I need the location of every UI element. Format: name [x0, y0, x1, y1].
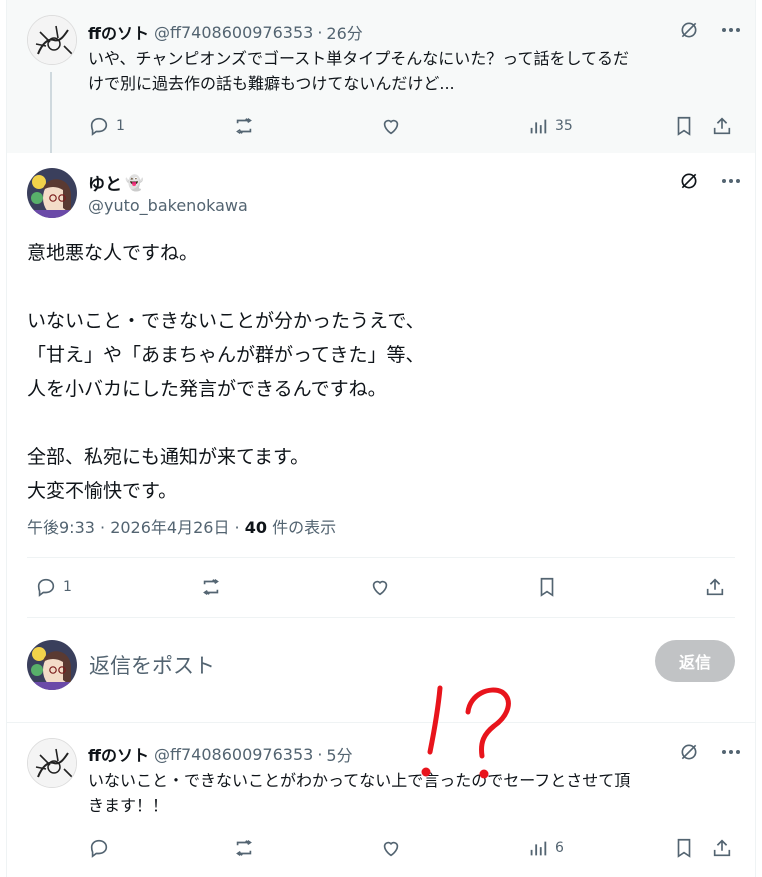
author-row: ffのソト @ff7408600976353 · 5分	[88, 742, 353, 766]
analytics-icon	[530, 841, 547, 856]
author-name[interactable]: ffのソト	[88, 742, 149, 766]
post-text-line: きます！！	[88, 796, 169, 815]
heart-icon	[372, 580, 388, 596]
more-icon[interactable]	[720, 741, 742, 763]
divider	[27, 557, 735, 558]
share-button[interactable]	[711, 837, 733, 859]
repost-button[interactable]	[200, 576, 222, 598]
grok-icon[interactable]	[678, 170, 700, 192]
grok-icon[interactable]	[678, 741, 700, 763]
more-icon[interactable]	[720, 19, 742, 41]
reply-count: 1	[116, 118, 125, 134]
grok-icon[interactable]	[678, 19, 700, 41]
reply-icon	[90, 117, 108, 136]
share-button[interactable]	[704, 576, 726, 598]
bookmark-button[interactable]	[536, 576, 558, 598]
reply-icon	[90, 839, 108, 858]
post-text-line: 意地悪な人ですね。	[27, 242, 199, 264]
post-text-line: けで別に過去作の話も難癖もつけてないんだけど...	[88, 74, 455, 93]
timeline-column: ffのソト @ff7408600976353 · 26分 いや、チャンピオンズで…	[6, 0, 756, 877]
post-text-line: いや、チャンピオンズでゴースト単タイプそんなにいた？って話をしてるだ	[88, 49, 629, 68]
divider	[27, 617, 735, 618]
analytics-icon	[530, 119, 547, 134]
view-label: 件の表示	[266, 518, 337, 537]
author-handle[interactable]: @yuto_bakenokawa	[88, 196, 248, 215]
like-button[interactable]	[380, 115, 402, 137]
post-controls	[678, 741, 742, 763]
share-button[interactable]	[711, 115, 733, 137]
repost-button[interactable]	[233, 837, 255, 859]
post-text-line: 「甘え」や「あまちゃんが群がってきた」等、	[27, 344, 425, 366]
post-text-line: 大変不愉快です。	[27, 480, 178, 502]
repost-icon	[236, 117, 252, 135]
view-count: 35	[555, 118, 573, 134]
share-icon	[713, 839, 731, 857]
author-row: ゆと 👻	[88, 170, 144, 196]
avatar[interactable]	[27, 15, 77, 65]
post-text: いないこと・できないことがわかってない上で言ったのでセーフとさせて頂 きます！！	[88, 768, 738, 818]
reply-count: 1	[63, 579, 72, 595]
heart-icon	[383, 841, 399, 857]
bookmark-button[interactable]	[673, 115, 695, 137]
views-button[interactable]: 35	[527, 115, 573, 137]
reply-icon	[37, 578, 55, 597]
author-row: ffのソト @ff7408600976353 · 26分	[88, 20, 363, 44]
bookmark-icon	[540, 577, 554, 597]
reply-post-top[interactable]: ffのソト @ff7408600976353 · 26分 いや、チャンピオンズで…	[7, 0, 755, 153]
avatar[interactable]	[27, 738, 77, 788]
ghost-icon: 👻	[125, 173, 144, 192]
reply-input[interactable]: 返信をポスト	[89, 650, 215, 680]
share-icon	[713, 117, 731, 135]
like-button[interactable]	[380, 837, 402, 859]
more-icon[interactable]	[720, 170, 742, 192]
post-meta: 午後9:33 · 2026年4月26日 · 40 件の表示	[27, 514, 336, 538]
post-text: 意地悪な人ですね。 いないこと・できないことが分かったうえで、 「甘え」や「あま…	[27, 236, 425, 508]
post-time[interactable]: 5分	[326, 742, 352, 766]
avatar[interactable]	[27, 640, 77, 690]
share-icon	[706, 578, 724, 596]
views-button[interactable]: 6	[527, 837, 564, 859]
repost-icon	[203, 578, 219, 596]
post-controls	[678, 170, 742, 192]
reply-button[interactable]	[88, 837, 110, 859]
author-name[interactable]: ゆと	[88, 170, 122, 195]
bookmark-icon	[677, 838, 691, 858]
bookmark-icon	[677, 116, 691, 136]
reply-button[interactable]: 1	[35, 576, 72, 598]
author-name[interactable]: ffのソト	[88, 20, 149, 44]
post-text-line: 全部、私宛にも通知が来てます。	[27, 446, 310, 468]
post-text: いや、チャンピオンズでゴースト単タイプそんなにいた？って話をしてるだ けで別に過…	[88, 46, 738, 96]
view-count: 40	[244, 518, 267, 537]
view-count: 6	[555, 840, 564, 856]
reply-button[interactable]: 1	[88, 115, 125, 137]
reply-submit-button[interactable]: 返信	[655, 640, 735, 682]
author-handle[interactable]: @ff7408600976353	[154, 745, 313, 764]
author-handle[interactable]: @ff7408600976353	[154, 23, 313, 42]
bookmark-button[interactable]	[673, 837, 695, 859]
repost-icon	[236, 839, 252, 857]
post-text-line: 人を小バカにした発言ができるんですね。	[27, 378, 387, 400]
post-timestamp[interactable]: 午後9:33 · 2026年4月26日 ·	[27, 518, 245, 537]
reply-composer: 返信をポスト 返信	[27, 638, 735, 690]
heart-icon	[383, 119, 399, 135]
separator: ·	[317, 744, 323, 764]
thread-line	[50, 72, 52, 153]
like-button[interactable]	[369, 576, 391, 598]
post-time[interactable]: 26分	[326, 20, 362, 44]
divider	[7, 722, 755, 723]
post-text-line: いないこと・できないことが分かったうえで、	[27, 310, 425, 332]
avatar[interactable]	[27, 168, 77, 218]
repost-button[interactable]	[233, 115, 255, 137]
post-text-line: いないこと・できないことがわかってない上で言ったのでセーフとさせて頂	[88, 771, 631, 790]
post-top-controls	[678, 19, 742, 41]
separator: ·	[317, 22, 323, 42]
